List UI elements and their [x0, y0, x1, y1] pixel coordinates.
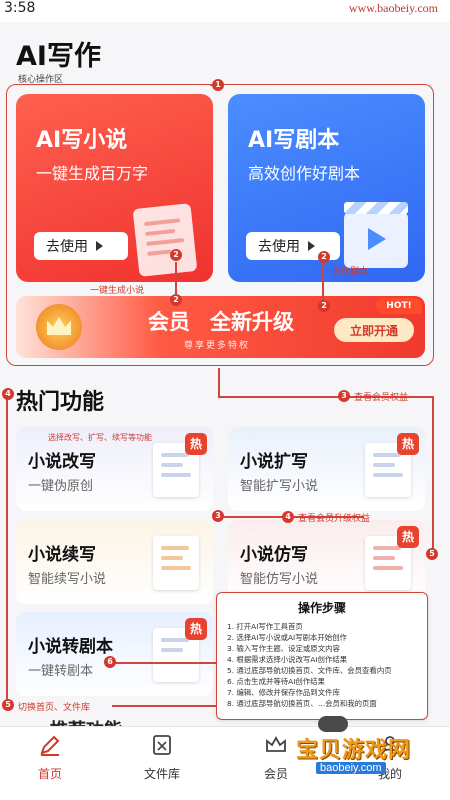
feature-card-to-script[interactable]: 小说转剧本 一键转剧本 热: [16, 612, 213, 696]
watermark-url: baobeiy.com: [316, 762, 386, 774]
list-pen-icon: [153, 536, 199, 590]
feature-card-continue[interactable]: 小说续写 智能续写小说: [16, 520, 213, 604]
annotation-view-vip: 查看会员权益: [354, 393, 409, 403]
feature-subtitle: 一键转剧本: [28, 664, 94, 679]
feature-card-expand[interactable]: 小说扩写 智能扩写小说 热: [228, 427, 425, 511]
annotation-novel-generate: 一键生成小说: [90, 286, 145, 296]
go-button-label: 去使用: [258, 239, 300, 255]
hot-tag: HOT!: [376, 298, 422, 314]
step-item: 1. 打开AI写作工具首页: [227, 622, 303, 631]
annotation-number: 3: [212, 510, 224, 522]
step-item: 8. 通过底部导航切换首页、…会员和我的页面: [227, 699, 377, 708]
feature-title: 小说转剧本: [28, 637, 113, 657]
annotation-script-create: 创作剧本: [332, 267, 369, 277]
annotation-switch-tabs: 切换首页、文件库: [18, 703, 91, 713]
annotation-number: 4: [282, 511, 294, 523]
steps-list: 1. 打开AI写作工具首页 2. 选择AI写小说或AI写剧本开始创作 3. 输入…: [227, 621, 423, 709]
feature-title: 小说改写: [28, 452, 96, 472]
hot-badge: 热: [397, 526, 419, 548]
play-arrow-icon: [308, 241, 315, 251]
feature-subtitle: 智能扩写小说: [240, 479, 319, 494]
annotation-number: 2: [170, 249, 182, 261]
annotation-number: 2: [318, 251, 330, 263]
site-url: www.baobeiy.com: [348, 1, 438, 15]
annotation-line: [175, 262, 177, 294]
watermark-text: 宝贝游戏网: [296, 738, 412, 763]
annotation-number: 4: [2, 388, 14, 400]
annotation-vip-upgrade: 查看会员升级权益: [298, 514, 371, 524]
vip-upgrade-word: 全新升级: [210, 310, 294, 334]
document-pen-icon: [132, 203, 198, 277]
status-time: 3:58: [4, 0, 36, 16]
ai-novel-card[interactable]: AI写小说 一键生成百万字 去使用: [16, 94, 213, 282]
pen-icon: [40, 735, 60, 756]
ai-script-title: AI写剧本: [248, 128, 340, 153]
vip-subtitle: 尊享更多特权: [184, 341, 251, 351]
step-item: 7. 编辑、修改并保存作品到文件库: [227, 688, 340, 697]
page-title: AI写作: [16, 41, 101, 72]
ai-novel-go-button[interactable]: 去使用: [34, 232, 128, 260]
annotation-line: [322, 262, 324, 302]
annotation-number: 3: [338, 390, 350, 402]
crown-icon: [36, 304, 82, 350]
play-arrow-icon: [96, 241, 103, 251]
tab-home[interactable]: 首页: [10, 733, 90, 782]
go-button-label: 去使用: [46, 239, 88, 255]
step-item: 6. 点击生成并等待AI创作结果: [227, 677, 325, 686]
step-item: 4. 根据需求选择小说改写AI创作结果: [227, 655, 348, 664]
hot-badge: 热: [185, 433, 207, 455]
annotation-line: [112, 662, 216, 664]
annotation-number: 5: [426, 548, 438, 560]
feature-subtitle: 智能续写小说: [28, 572, 107, 587]
steps-title: 操作步骤: [297, 601, 346, 615]
feature-subtitle: 智能仿写小说: [240, 572, 319, 587]
hot-badge: 热: [185, 618, 207, 640]
ai-novel-subtitle: 一键生成百万字: [36, 164, 149, 183]
clapperboard-icon: [344, 202, 408, 268]
annotation-line: [6, 392, 8, 704]
annotation-number: 2: [318, 300, 330, 312]
status-bar: 3:58 www.baobeiy.com: [0, 0, 450, 22]
annotation-line: [218, 368, 220, 396]
tab-label: 文件库: [143, 767, 180, 781]
vip-upgrade-banner[interactable]: 会员 全新升级 尊享更多特权 立即开通: [16, 296, 425, 358]
feature-title: 小说仿写: [240, 545, 308, 565]
step-item: 3. 输入写作主题、设定或原文内容: [227, 644, 340, 653]
annotation-line: [432, 396, 434, 552]
feature-subtitle: 一键伪原创: [28, 479, 94, 494]
vip-open-button[interactable]: 立即开通: [334, 318, 414, 342]
annotation-number: 1: [212, 79, 224, 91]
tab-files[interactable]: 文件库: [122, 733, 202, 782]
tab-label: 首页: [37, 767, 62, 781]
step-item: 2. 选择AI写小说或AI写剧本开始创作: [227, 633, 347, 642]
annotation-number: 6: [104, 656, 116, 668]
annotation-rewrite-hint: 选择改写、扩写、续写等功能: [48, 433, 152, 442]
operation-steps-panel: 操作步骤 1. 打开AI写作工具首页 2. 选择AI写小说或AI写剧本开始创作 …: [216, 592, 428, 720]
step-item: 5. 通过底部导航切换首页、文件库、会员查看内页: [227, 666, 392, 675]
vip-word: 会员: [148, 310, 190, 334]
annotation-number: 2: [170, 294, 182, 306]
hot-badge: 热: [397, 433, 419, 455]
ai-script-subtitle: 高效创作好剧本: [248, 164, 361, 183]
annotation-line: [112, 705, 216, 707]
file-text-icon: [153, 735, 171, 755]
feature-title: 小说扩写: [240, 452, 308, 472]
crown-outline-icon: [266, 736, 286, 752]
watermark: 宝贝游戏网 baobeiy.com: [288, 728, 418, 778]
annotation-number: 5: [2, 699, 14, 711]
ai-novel-title: AI写小说: [36, 128, 128, 153]
hot-features-title: 热门功能: [16, 390, 105, 415]
feature-title: 小说续写: [28, 545, 96, 565]
